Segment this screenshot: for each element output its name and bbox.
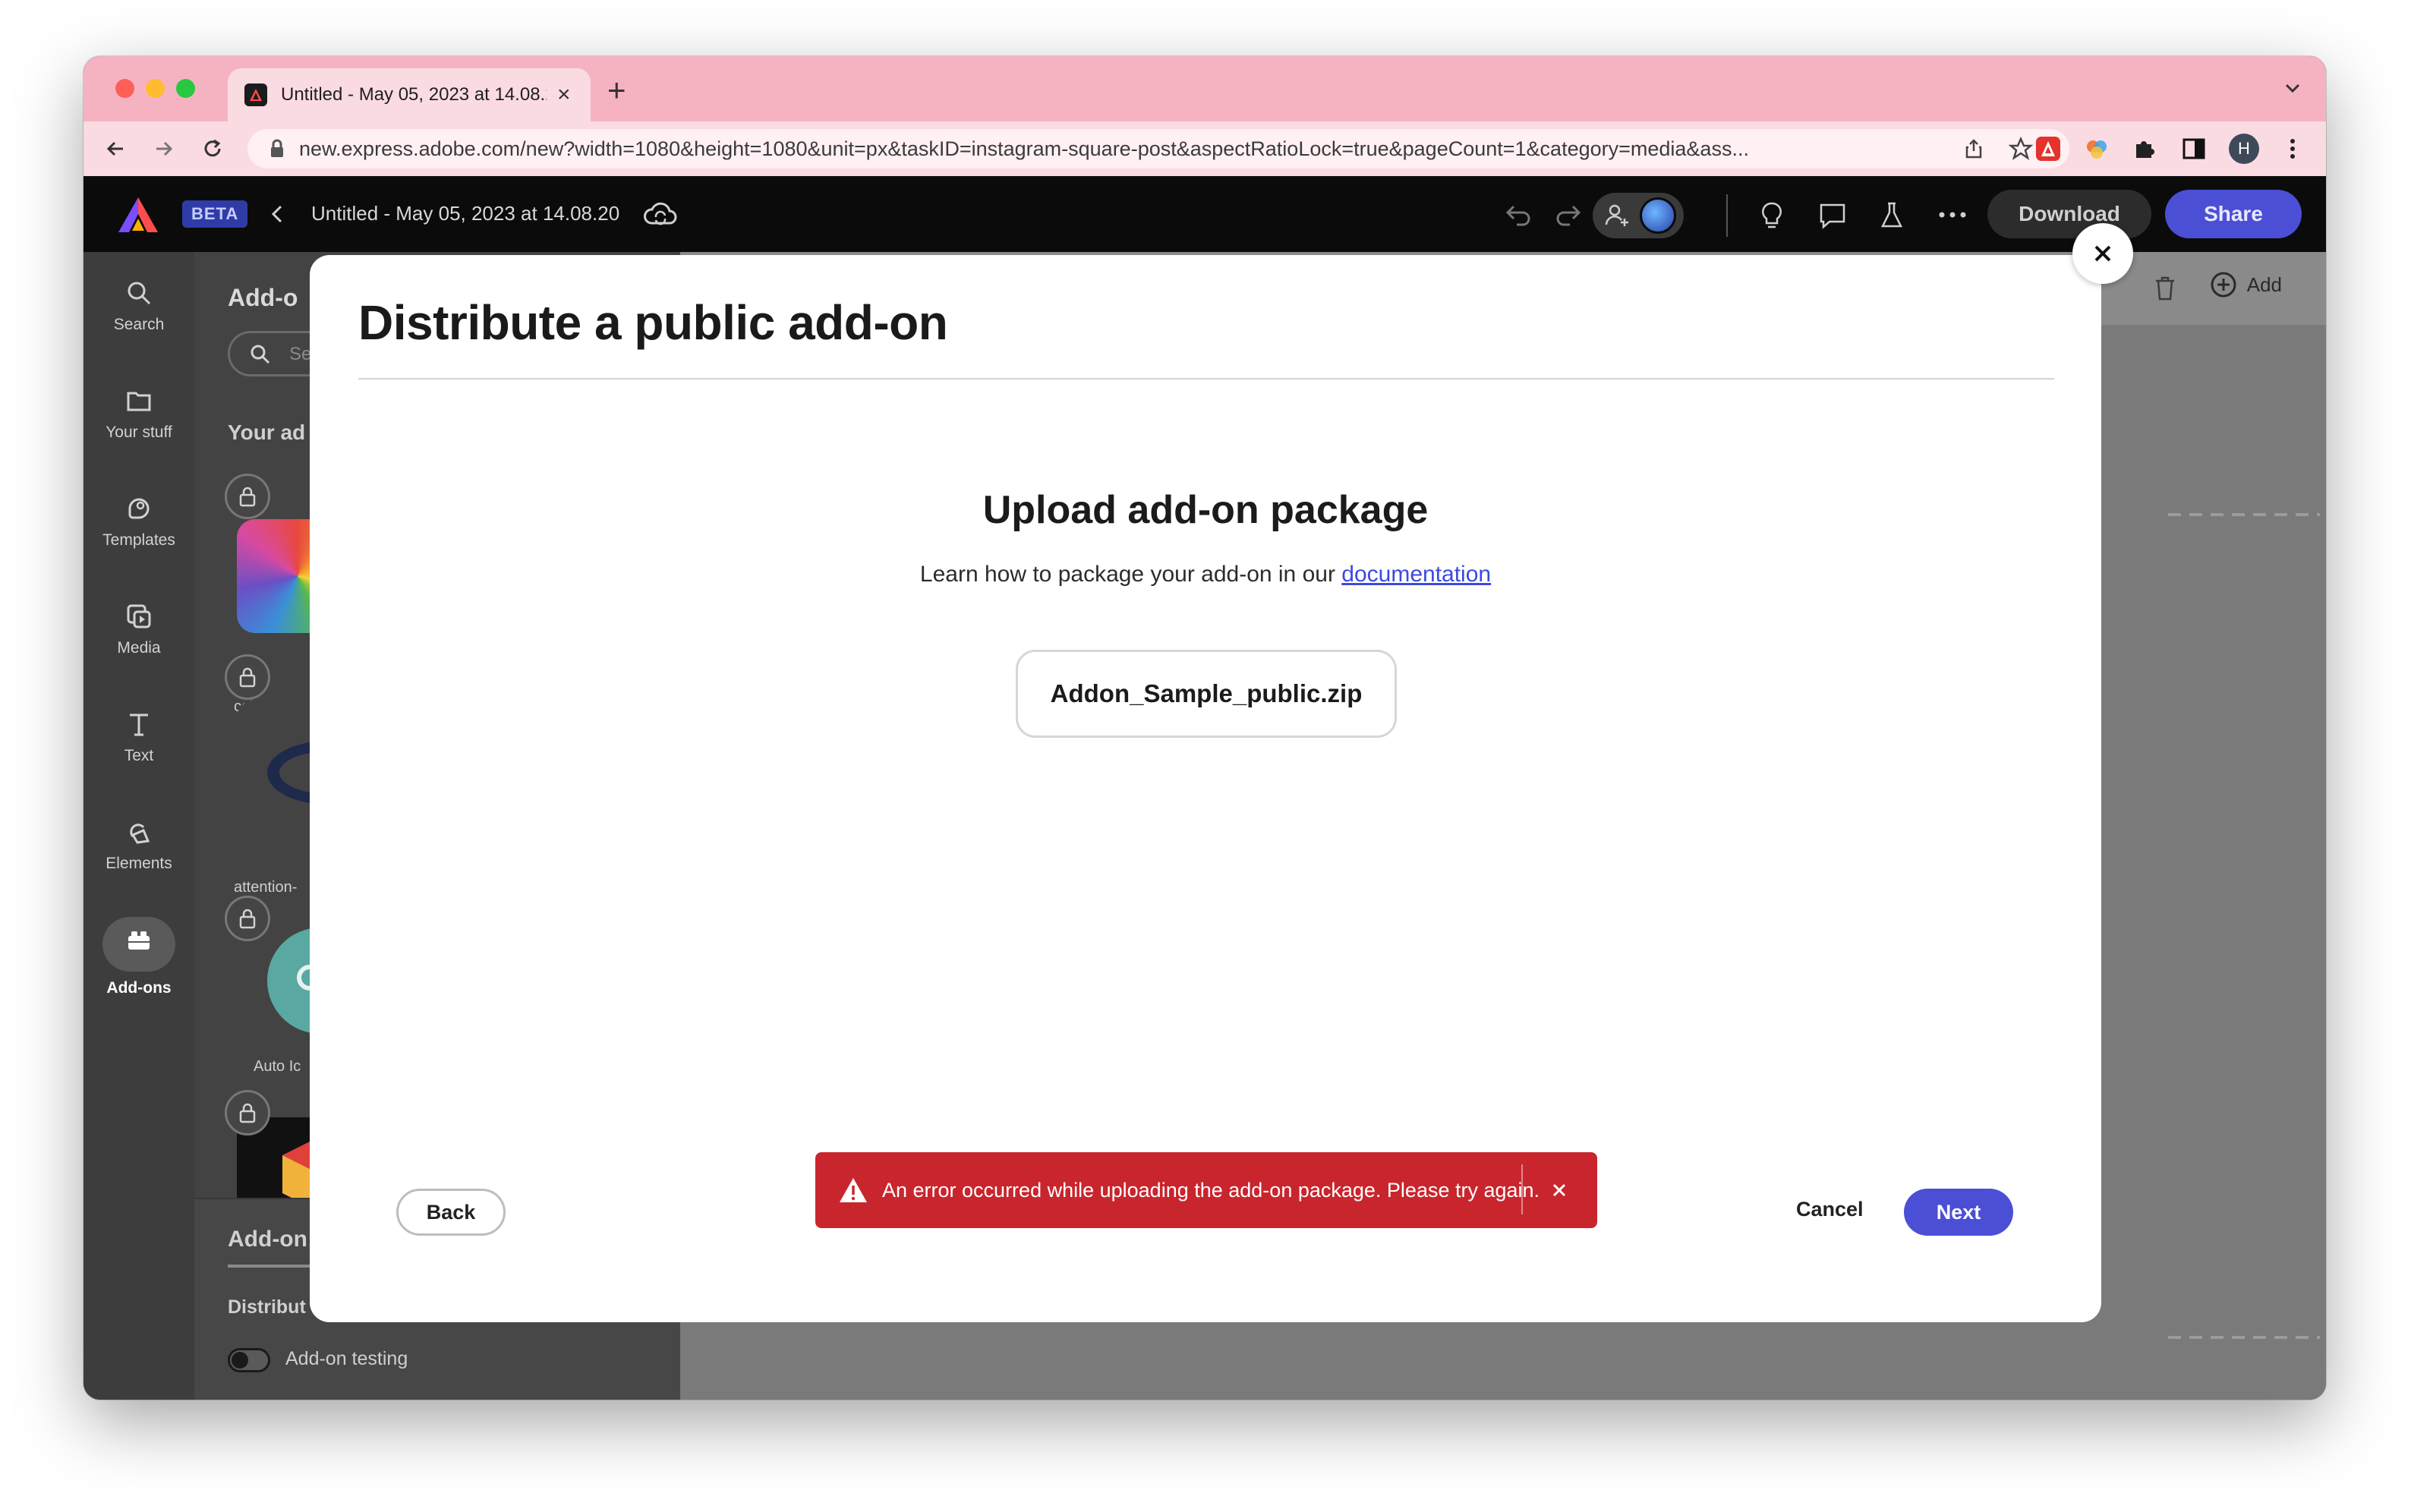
- upload-description: Learn how to package your add-on in our …: [310, 562, 2101, 587]
- error-toast: An error occurred while uploading the ad…: [815, 1152, 1597, 1228]
- cancel-button[interactable]: Cancel: [1796, 1198, 1864, 1221]
- upload-description-text: Learn how to package your add-on in our: [919, 562, 1335, 587]
- upload-heading: Upload add-on package: [982, 488, 1429, 532]
- close-dialog-icon[interactable]: [2072, 223, 2133, 284]
- uploaded-file-chip[interactable]: Addon_Sample_public.zip: [1016, 650, 1397, 738]
- toast-close-icon[interactable]: [1540, 1152, 1579, 1228]
- toast-divider: [1521, 1164, 1523, 1214]
- dialog-title: Distribute a public add-on: [358, 295, 948, 350]
- documentation-link[interactable]: documentation: [1341, 562, 1491, 587]
- next-button[interactable]: Next: [1904, 1189, 2013, 1236]
- back-button[interactable]: Back: [396, 1189, 506, 1236]
- alert-icon: [840, 1178, 867, 1202]
- error-message: An error occurred while uploading the ad…: [882, 1178, 1540, 1202]
- distribute-addon-dialog: Distribute a public add-on Upload add-on…: [310, 255, 2101, 1322]
- dialog-divider: [358, 378, 2054, 380]
